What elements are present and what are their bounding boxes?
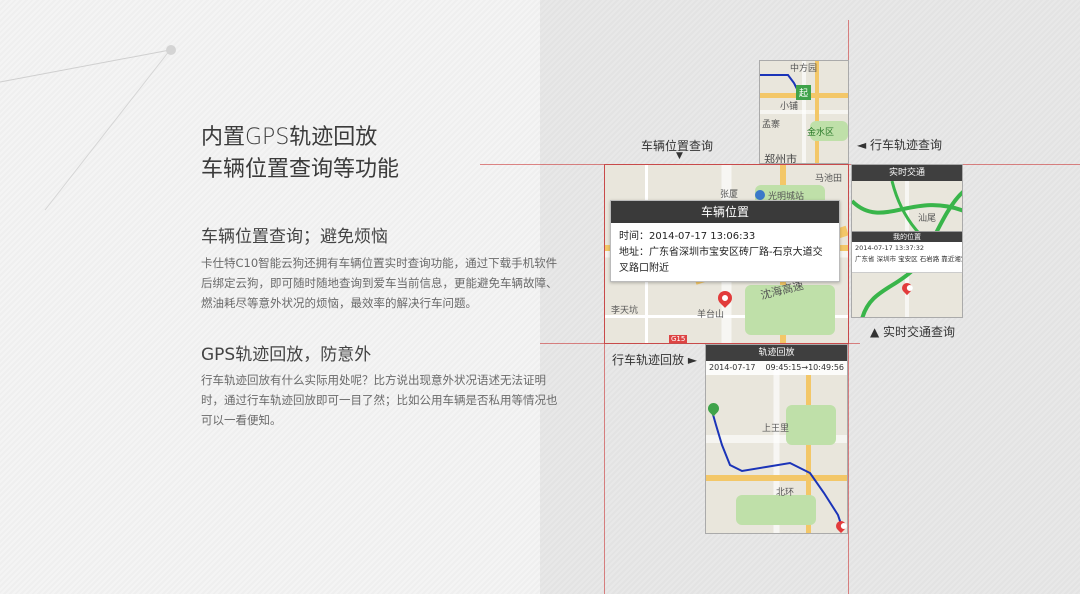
top-map-label: 中方园	[790, 64, 818, 74]
vehicle-info-title: 车辆位置	[611, 201, 839, 223]
vehicle-info-time: 时间：2014-07-17 13:06:33	[619, 231, 756, 242]
heading-line-2: 车辆位置查询等功能	[201, 157, 400, 182]
track-map-label: 上王里	[762, 424, 790, 434]
top-map-label: 郑州市	[764, 153, 797, 164]
main-map-label: 李天坑	[611, 306, 639, 316]
section1-body: 卡仕特C10智能云狗还拥有车辆位置实时查询功能，通过下载手机软件后绑定云狗，即可…	[201, 256, 558, 310]
section2-body: 行车轨迹回放有什么实际用处呢？比方说出现意外状况语述无法证明时，通过行车轨迹回放…	[201, 373, 558, 427]
main-map-label: 羊台山	[697, 310, 725, 320]
top-map-tile: 起 小铺 金水区 郑州市 孟寨 中方园	[759, 60, 849, 164]
vehicle-info-address: 地址：广东省深圳市宝安区砖厂路-石京大道交叉路口附近	[619, 247, 823, 274]
station-icon	[755, 190, 765, 200]
track-map-label: 北环	[776, 488, 795, 498]
track-playback-panel: 轨迹回放 2014-07-17 09:45:15→10:49:56 上王里 北环	[705, 344, 848, 534]
traffic-map-label: 汕尾	[918, 214, 937, 224]
section1-title: 车辆位置查询；避免烦恼	[201, 227, 388, 247]
main-map-label: 马池田	[815, 174, 843, 184]
top-map-label: 金水区	[807, 128, 835, 138]
traffic-panel-header: 实时交通	[852, 165, 962, 181]
callout-traffic-query: ▲ 实时交通查询	[870, 325, 956, 339]
callout-track-playback: 行车轨迹回放 ►	[612, 353, 698, 367]
top-map-label: 小铺	[780, 102, 799, 112]
top-map-route	[760, 74, 799, 92]
heading-line-1: 内置GPS轨迹回放	[201, 125, 378, 150]
vehicle-info-card: 车辆位置 时间：2014-07-17 13:06:33 地址：广东省深圳市宝安区…	[610, 200, 840, 282]
main-map-label: 张厦	[720, 190, 739, 200]
page-heading: 内置GPS轨迹回放 车辆位置查询等功能	[201, 122, 531, 186]
main-map-label: G15	[669, 335, 688, 343]
callout-vehicle-query-arrow: ▼	[676, 151, 683, 161]
callout-track-query: ◄ 行车轨迹查询	[857, 138, 943, 152]
my-location-card: 我的位置 2014-07-17 13:37:32 广东省 深圳市 宝安区 石岩路…	[852, 231, 962, 273]
traffic-panel: 实时交通 汕尾 我的位置 2014-07-17 13:37:32 广东省 深圳市…	[851, 164, 963, 318]
track-route	[711, 410, 843, 528]
my-location-time: 2014-07-17 13:37:32	[855, 244, 925, 252]
top-map-label: 孟寨	[762, 120, 781, 130]
my-location-address: 广东省 深圳市 宝安区 石岩路 靠近湘堂	[855, 255, 962, 263]
section2-title: GPS轨迹回放，防意外	[201, 345, 372, 365]
my-location-title: 我的位置	[852, 232, 962, 242]
start-badge: 起	[796, 85, 812, 100]
vehicle-location-pin-icon	[715, 288, 735, 308]
